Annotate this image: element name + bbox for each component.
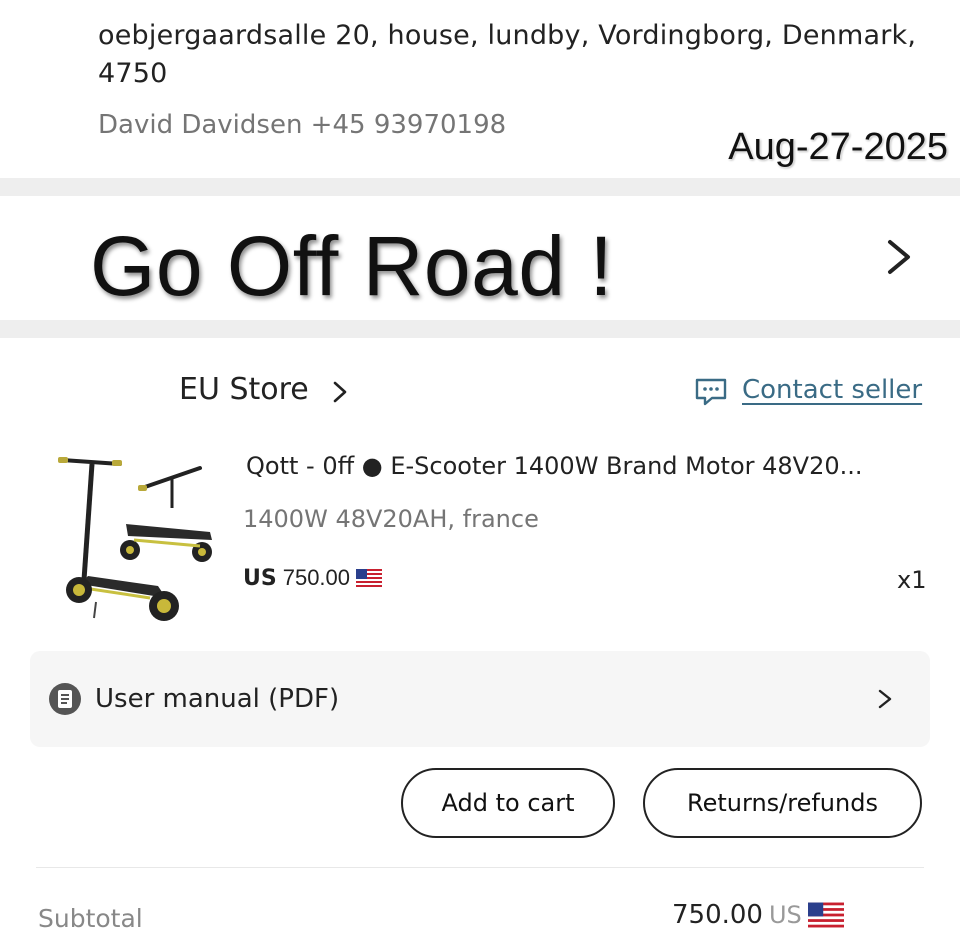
add-to-cart-button[interactable]: Add to cart bbox=[401, 768, 615, 838]
promo-text: Go Off Road ! bbox=[90, 219, 614, 313]
chevron-right-icon[interactable] bbox=[876, 686, 894, 712]
subtotal-label: Subtotal bbox=[38, 904, 143, 933]
recipient-contact: David Davidsen +45 93970198 bbox=[98, 110, 507, 140]
chevron-right-icon[interactable] bbox=[880, 232, 920, 282]
subtotal-amount: 750.00 US bbox=[672, 900, 844, 930]
subtotal-currency: US bbox=[768, 901, 802, 929]
date-stamp: Aug-27-2025 bbox=[728, 126, 948, 168]
document-icon bbox=[49, 683, 81, 715]
chevron-right-icon[interactable] bbox=[330, 379, 350, 405]
product-image[interactable] bbox=[54, 452, 224, 632]
store-name-link[interactable]: EU Store bbox=[179, 372, 309, 407]
shipping-address-line1: oebjergaardsalle 20, house, lundby, Vord… bbox=[98, 20, 917, 51]
subtotal-value: 750.00 bbox=[672, 900, 763, 930]
product-title[interactable]: Qott - 0ff ● E-Scooter 1400W Brand Motor… bbox=[246, 452, 863, 480]
product-price: US 750.00 bbox=[243, 565, 383, 591]
returns-refunds-button[interactable]: Returns/refunds bbox=[643, 768, 922, 838]
section-divider bbox=[0, 320, 960, 338]
shipping-address-line2: 4750 bbox=[98, 58, 168, 89]
price-value: 750.00 bbox=[282, 565, 351, 590]
contact-seller-link[interactable]: Contact seller bbox=[742, 375, 922, 405]
section-divider bbox=[0, 178, 960, 196]
us-flag-icon bbox=[356, 569, 383, 587]
product-variant: 1400W 48V20AH, france bbox=[243, 505, 539, 533]
chat-bubble-icon[interactable] bbox=[694, 377, 728, 407]
divider bbox=[36, 867, 924, 868]
price-currency: US bbox=[243, 565, 277, 591]
user-manual-label: User manual (PDF) bbox=[95, 684, 340, 714]
us-flag-icon bbox=[807, 902, 844, 928]
product-quantity: x1 bbox=[897, 566, 927, 594]
